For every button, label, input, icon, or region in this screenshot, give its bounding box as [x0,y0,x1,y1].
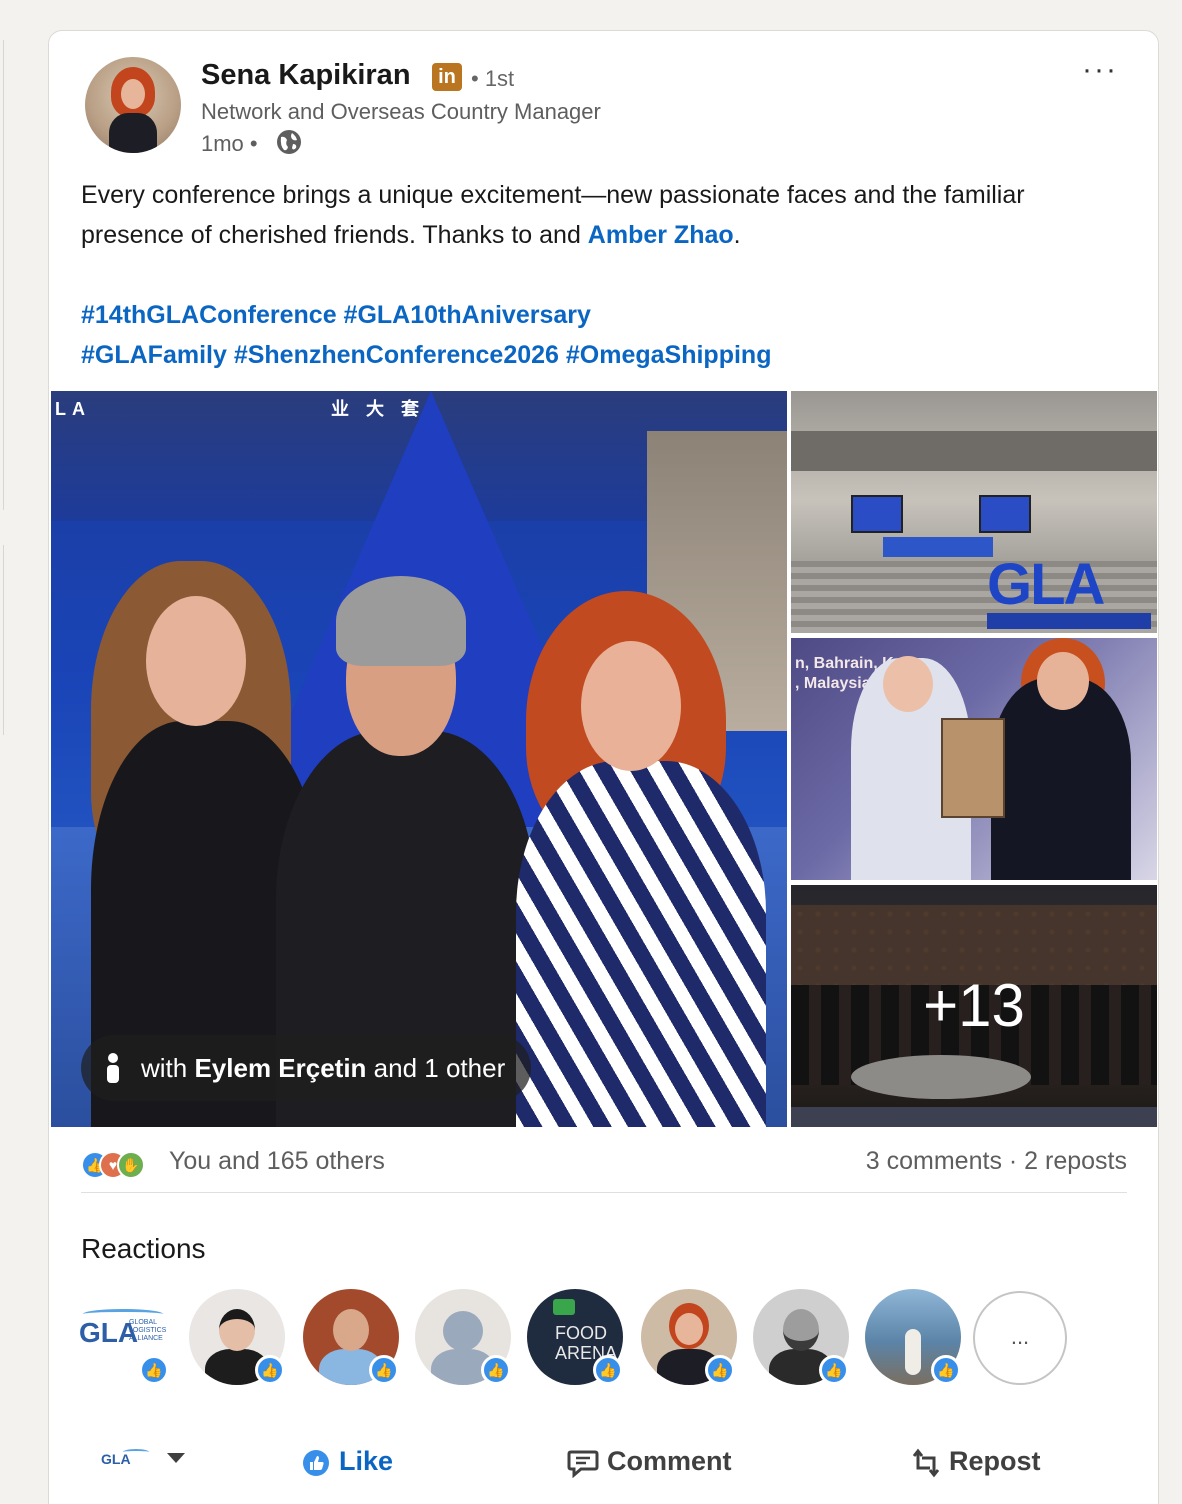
hashtags: #14thGLAConference #GLA10thAniversary #G… [81,295,1121,375]
reactions-count[interactable]: You and 165 others [169,1147,385,1176]
comment-label: Comment [607,1446,732,1476]
like-badge-icon: 👍 [481,1355,511,1385]
sign-text: LA [55,399,91,419]
author-name[interactable]: Sena Kapikiran [201,59,411,92]
author-avatar[interactable] [85,57,181,153]
side-photo-venue[interactable]: GLA [791,391,1157,633]
mention-link[interactable]: Amber Zhao [588,221,734,249]
more-reactors-button[interactable]: ... [973,1291,1067,1385]
post-text-end: . [733,221,741,249]
left-panel-edge [0,545,4,735]
like-badge-icon: 👍 [705,1355,735,1385]
post-actions: GLA Like Comment Repost [49,1421,1158,1501]
social-counts-bar: 👍 ♥ ✋ You and 165 others 3 comments · 2 … [81,1145,1127,1193]
linkedin-premium-icon: in [432,63,462,91]
chevron-down-icon [167,1453,185,1463]
repost-label: Repost [949,1446,1041,1476]
comment-button[interactable]: Comment [567,1441,732,1481]
repost-icon [912,1448,940,1478]
support-reaction-icon: ✋ [117,1151,145,1179]
person-icon [105,1053,121,1083]
comment-icon [567,1450,599,1478]
side-photo-award[interactable]: n, Bahrain, K, Malaysia [791,638,1157,880]
post-card: Sena Kapikiran in • 1st Network and Over… [48,30,1159,1504]
tag-prefix: with [141,1053,195,1083]
like-badge-icon: 👍 [139,1355,169,1385]
thumbs-up-icon [303,1449,329,1476]
like-label: Like [339,1446,394,1476]
gla-logo-subtext: GLOBAL LOGISTICS ALLIANCE [129,1319,167,1342]
actor-switcher[interactable]: GLA [101,1441,197,1481]
post-time: 1mo • [201,131,258,156]
like-button[interactable]: Like [301,1441,393,1481]
tag-suffix: and 1 other [366,1053,506,1083]
post-text-main: Every conference brings a unique excitem… [81,181,1025,249]
like-badge-icon: 👍 [931,1355,961,1385]
main-photo[interactable]: LA 业 大 套 with Eylem Erçetin and 1 other [51,391,787,1127]
like-badge-icon: 👍 [369,1355,399,1385]
left-panel-edge [0,40,4,510]
reaction-icons[interactable]: 👍 ♥ ✋ [81,1151,161,1181]
tagged-person-name: Eylem Erçetin [194,1053,367,1083]
post-text: Every conference brings a unique excitem… [81,175,1121,255]
post-header: Sena Kapikiran in • 1st Network and Over… [49,31,1158,171]
connection-degree: • 1st [471,66,515,91]
like-badge-icon: 👍 [593,1355,623,1385]
author-headline: Network and Overseas Country Manager [201,99,601,124]
comments-reposts-count[interactable]: 3 comments · 2 reposts [866,1147,1127,1176]
post-media: LA 业 大 套 with Eylem Erçetin and 1 other … [51,391,1157,1127]
like-badge-icon: 👍 [255,1355,285,1385]
sign-text: 业 大 套 [331,399,426,419]
actor-logo: GLA [101,1451,131,1467]
gla-sign-text: GLA [987,552,1105,617]
like-badge-icon: 👍 [819,1355,849,1385]
hashtag-line[interactable]: #14thGLAConference #GLA10thAniversary [81,295,1121,335]
side-photo-more[interactable]: +13 [791,885,1157,1127]
more-options-button[interactable]: ··· [1082,53,1118,87]
more-photos-count: +13 [923,972,1025,1039]
globe-icon [277,130,301,154]
repost-button[interactable]: Repost [911,1441,1041,1481]
reactions-heading: Reactions [81,1233,206,1264]
hashtag-line[interactable]: #GLAFamily #ShenzhenConference2026 #Omeg… [81,335,1121,375]
reactors-list: GLA GLOBAL LOGISTICS ALLIANCE 👍 👍 👍 👍 FO… [75,1289,1135,1389]
tagged-people-pill[interactable]: with Eylem Erçetin and 1 other [81,1035,532,1101]
